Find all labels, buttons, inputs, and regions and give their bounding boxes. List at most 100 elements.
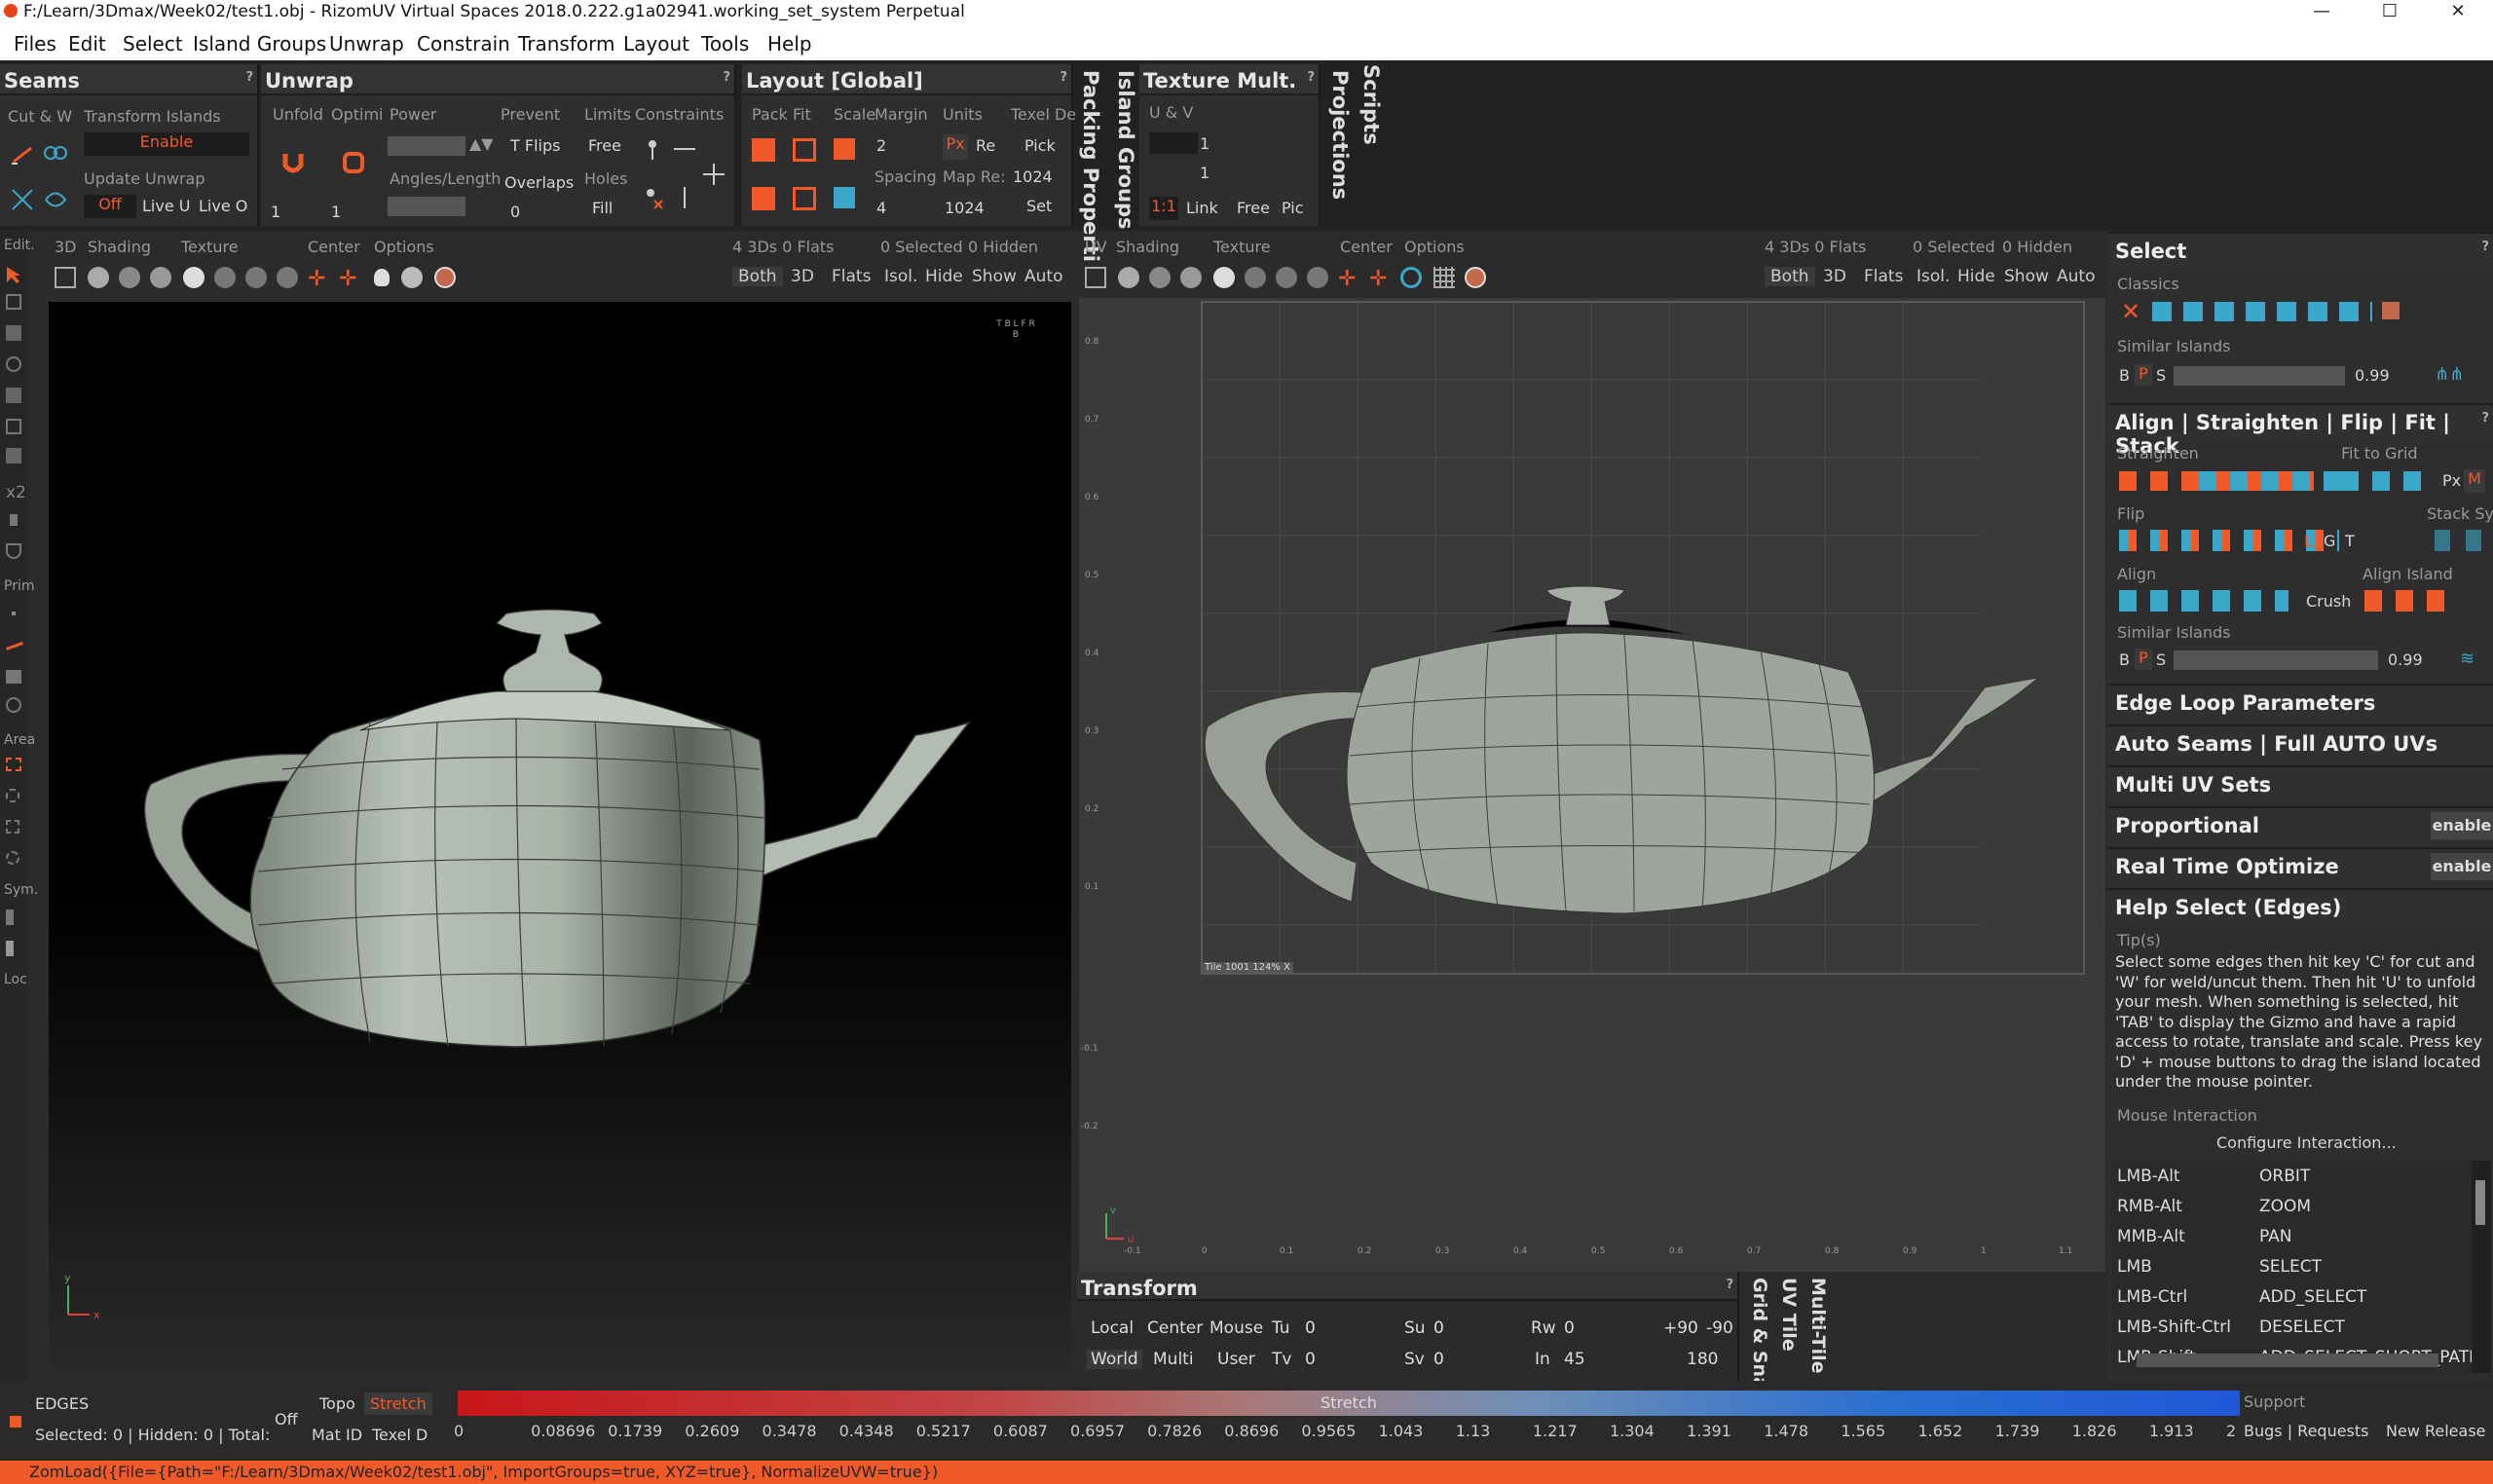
auto-button[interactable]: Auto	[1024, 267, 1062, 286]
uv-texture-checker2-icon[interactable]	[1276, 267, 1297, 288]
su-field[interactable]: 0	[1433, 1318, 1444, 1338]
menu-constrain[interactable]: Constrain	[417, 32, 510, 56]
power-slider[interactable]	[388, 136, 465, 156]
update-unwrap-off[interactable]: Off	[84, 195, 136, 218]
point-primitive-icon[interactable]	[12, 612, 16, 615]
select-by-color-icon[interactable]	[2382, 302, 2400, 319]
align-similar-slider[interactable]	[2174, 650, 2378, 670]
multi-uv-sets-header[interactable]: Multi UV Sets	[2107, 765, 2493, 802]
options-color-icon[interactable]	[434, 267, 456, 288]
overlaps-toggle[interactable]: Overlaps	[504, 173, 574, 192]
uv-auto-button[interactable]: Auto	[2057, 267, 2095, 286]
hide-button[interactable]: Hide	[925, 267, 963, 286]
viewport-uv[interactable]: vu Tile 1001 124% X 0.8 0.7 0.6 0.5 0.4 …	[1079, 298, 2105, 1272]
menu-unwrap[interactable]: Unwrap	[329, 32, 404, 56]
stretch-button[interactable]: Stretch	[364, 1392, 432, 1415]
symmetry-axis-icon[interactable]	[6, 941, 21, 956]
similar-p-button[interactable]: P	[2135, 364, 2152, 386]
uv-hide-button[interactable]: Hide	[1957, 267, 1995, 286]
rect-select-icon[interactable]	[6, 758, 21, 771]
proportional-enable-button[interactable]: enable	[2431, 812, 2493, 839]
uv-center-icon[interactable]: ✛	[1338, 267, 1356, 291]
in-field[interactable]: 45	[1564, 1350, 1585, 1369]
fit-grid-px-button[interactable]: Px	[2442, 471, 2461, 490]
sv-field[interactable]: 0	[1433, 1350, 1444, 1369]
tab-island-groups[interactable]: Island Groups	[1114, 70, 1137, 229]
island-mode-icon[interactable]	[6, 388, 21, 403]
straighten-grid-icons[interactable]	[2199, 471, 2345, 491]
uv-shading-solid-icon[interactable]	[1118, 267, 1139, 288]
tv-field[interactable]: 0	[1305, 1350, 1316, 1369]
frame-icon[interactable]	[55, 267, 76, 288]
bugs-requests-link[interactable]: Bugs | Requests	[2244, 1422, 2369, 1440]
similar-islands-slider[interactable]	[2174, 366, 2345, 386]
edge-primitive-icon[interactable]	[6, 642, 23, 650]
clear-selection-icon[interactable]: ✕	[2121, 298, 2140, 325]
units-px-button[interactable]: Px	[943, 134, 968, 160]
uv-texture-checker3-icon[interactable]	[1307, 267, 1328, 288]
align-similar-b-button[interactable]: B	[2119, 650, 2130, 669]
uv-options-color-icon[interactable]	[1465, 267, 1486, 288]
vertex-mode-icon[interactable]	[6, 294, 21, 310]
align-island-icons[interactable]	[2364, 590, 2454, 612]
live-u-button[interactable]: Live U	[142, 197, 190, 215]
circle-select-icon[interactable]	[6, 851, 19, 865]
center-selection-icon[interactable]: ✛	[339, 267, 356, 291]
viewport-3d[interactable]: T B L F R B yx	[49, 302, 1071, 1378]
texture-checker2-icon[interactable]	[245, 267, 267, 288]
group-mode-icon[interactable]	[6, 448, 21, 464]
cut-edges-icon[interactable]	[10, 187, 35, 212]
menu-help[interactable]: Help	[767, 32, 812, 56]
multi-button[interactable]: Multi	[1153, 1350, 1194, 1369]
shading-solid-icon[interactable]	[88, 267, 109, 288]
uv-rotate-icon[interactable]	[1400, 267, 1422, 288]
uv-view-3d-button[interactable]: 3D	[1823, 267, 1846, 286]
tab-multi-tile[interactable]: Multi-Tile	[1807, 1278, 1829, 1374]
menu-transform[interactable]: Transform	[518, 32, 614, 56]
texel-set-button[interactable]: Set	[1026, 197, 1052, 215]
pic-button[interactable]: Pic	[1282, 199, 1304, 217]
tu-field[interactable]: 0	[1305, 1318, 1316, 1338]
shading-grid-icon[interactable]	[150, 267, 171, 288]
light-icon[interactable]	[374, 269, 390, 286]
pack-grid-icon[interactable]	[752, 187, 775, 210]
polygon-primitive-icon[interactable]	[6, 670, 21, 684]
uv-texture-none-icon[interactable]	[1213, 267, 1235, 288]
select-similar-icon[interactable]: ⋔⋔	[2435, 364, 2481, 386]
topo-button[interactable]: Topo	[319, 1394, 355, 1413]
live-o-button[interactable]: Live O	[199, 197, 247, 215]
texture-checker-icon[interactable]	[214, 267, 236, 288]
pack-icon[interactable]	[752, 138, 775, 162]
align-constraint-icon[interactable]	[672, 136, 697, 162]
bindings-hscrollbar[interactable]	[2137, 1354, 2438, 1367]
scale-icon[interactable]	[834, 138, 855, 160]
pin-tool-icon[interactable]	[10, 514, 18, 526]
uv-shading-wire-icon[interactable]	[1149, 267, 1171, 288]
center-button[interactable]: Center	[1147, 1318, 1203, 1338]
texture-checker3-icon[interactable]	[277, 267, 298, 288]
pin-icon[interactable]	[641, 136, 666, 162]
help-select-header[interactable]: Help Select (Edges)	[2107, 888, 2493, 925]
align-similar-s-button[interactable]: S	[2156, 650, 2166, 669]
real-time-optimize-header[interactable]: Real Time Optimize enable	[2107, 847, 2493, 884]
tile-label[interactable]: Tile 1001 124% X	[1202, 962, 1293, 973]
new-release-link[interactable]: New Release	[2386, 1422, 2486, 1440]
texture-mult-field-1[interactable]	[1149, 132, 1198, 154]
select-classics-icons[interactable]	[2152, 302, 2372, 321]
world-button[interactable]: World	[1087, 1350, 1142, 1369]
flip-l-button[interactable]: L	[2304, 532, 2313, 550]
symmetry-icon[interactable]	[6, 909, 21, 925]
align-icons[interactable]	[2119, 590, 2288, 612]
unpin-icon[interactable]	[641, 185, 666, 210]
view-flats-button[interactable]: Flats	[832, 267, 871, 286]
vertical-constraint-icon[interactable]	[672, 185, 697, 210]
rotate-plus-90-button[interactable]: +90	[1663, 1318, 1698, 1338]
menu-edit[interactable]: Edit	[68, 32, 106, 56]
mouse-button[interactable]: Mouse	[1209, 1318, 1263, 1338]
fit-island-icon[interactable]	[793, 187, 816, 210]
texture-mult-u[interactable]: 1	[1200, 134, 1209, 153]
fill-holes-button[interactable]: Fill	[592, 199, 613, 217]
stack-sym-icons[interactable]	[2435, 530, 2483, 551]
units-re-button[interactable]: Re	[976, 136, 995, 155]
unfold-iterations[interactable]: 1	[271, 203, 280, 221]
